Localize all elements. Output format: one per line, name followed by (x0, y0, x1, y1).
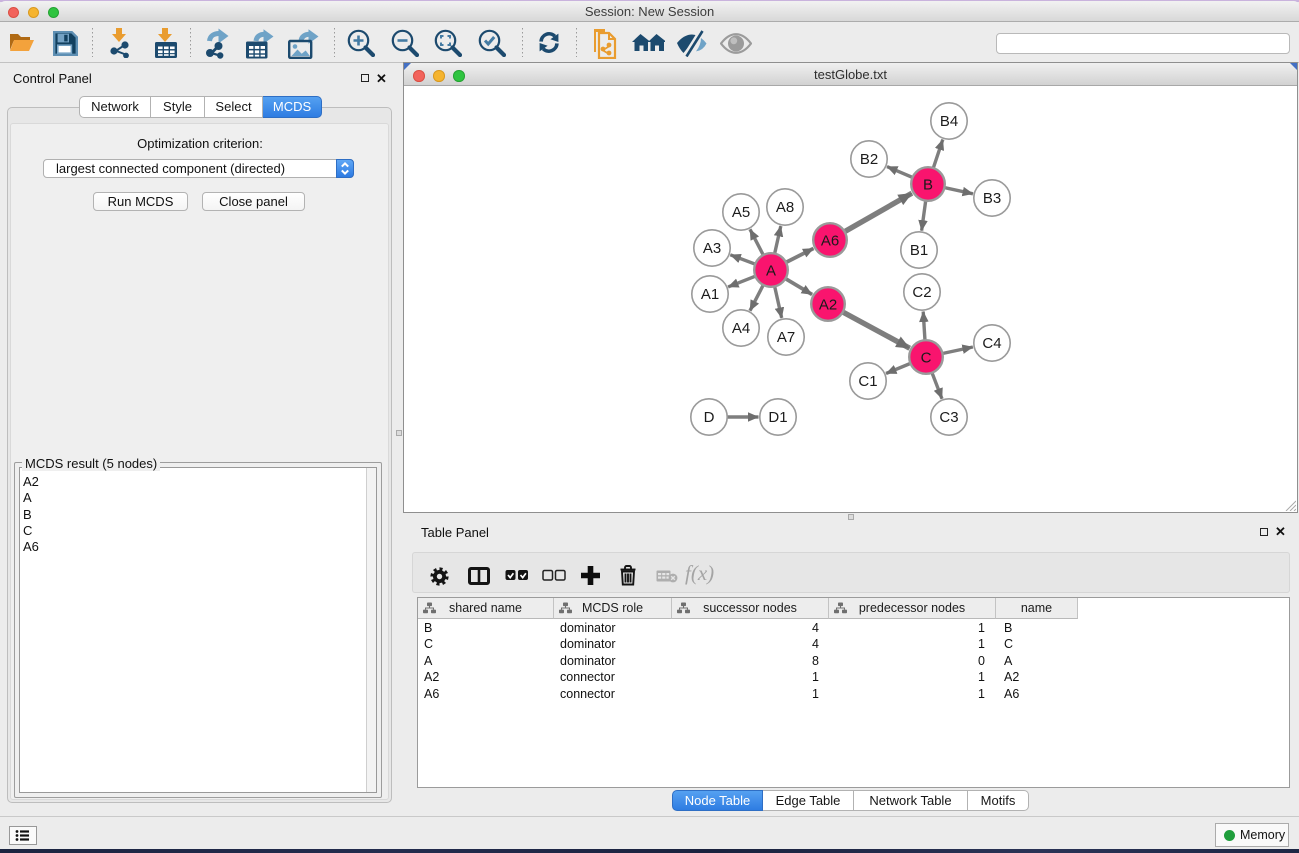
svg-text:A5: A5 (732, 204, 750, 221)
svg-text:C2: C2 (912, 284, 931, 301)
svg-text:B1: B1 (910, 242, 928, 259)
svg-text:C3: C3 (939, 409, 958, 426)
svg-text:A3: A3 (703, 240, 721, 257)
svg-text:B4: B4 (940, 113, 958, 130)
svg-text:C4: C4 (982, 335, 1001, 352)
svg-text:D1: D1 (768, 409, 787, 426)
svg-text:D: D (704, 409, 715, 426)
svg-text:C: C (921, 349, 932, 366)
svg-text:A4: A4 (732, 320, 750, 337)
svg-text:A8: A8 (776, 199, 794, 216)
svg-text:C1: C1 (858, 373, 877, 390)
svg-text:A2: A2 (819, 296, 837, 313)
svg-text:A6: A6 (821, 232, 839, 249)
svg-text:A1: A1 (701, 286, 719, 303)
svg-text:A7: A7 (777, 329, 795, 346)
svg-text:B: B (923, 176, 933, 193)
svg-text:B3: B3 (983, 190, 1001, 207)
svg-text:A: A (766, 262, 776, 279)
svg-text:B2: B2 (860, 151, 878, 168)
